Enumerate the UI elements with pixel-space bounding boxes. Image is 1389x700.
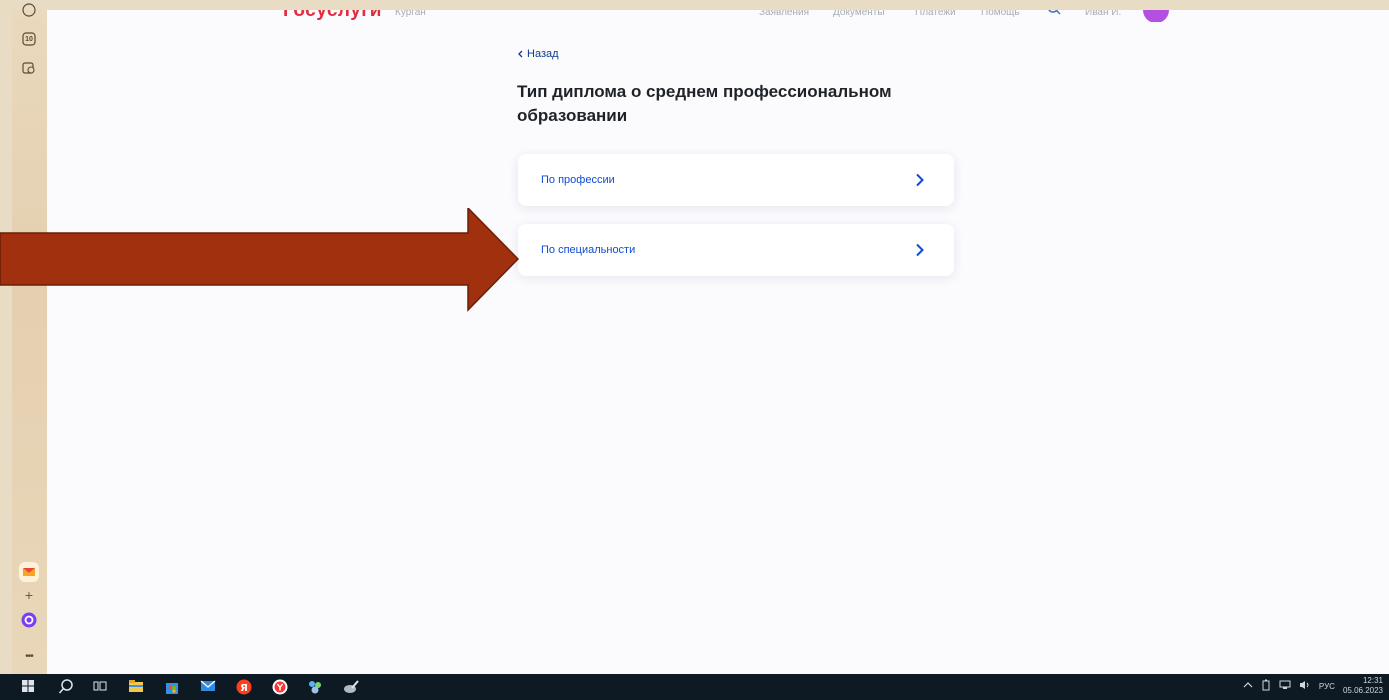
yandex-icon[interactable]: Я bbox=[236, 679, 252, 695]
screenshot-icon[interactable] bbox=[21, 60, 37, 76]
browser-sidebar: 10 + ••• bbox=[12, 3, 47, 674]
add-icon[interactable]: + bbox=[21, 587, 37, 603]
site-header: Госуслуги Курган Заявления Документы Пла… bbox=[47, 10, 1389, 22]
clock[interactable]: 12:31 05.06.2023 bbox=[1343, 676, 1383, 696]
gosuslugi-logo[interactable]: Госуслуги bbox=[283, 10, 382, 22]
back-link[interactable]: Назад bbox=[517, 48, 559, 60]
chevron-right-icon bbox=[911, 241, 929, 259]
nav-link-payments[interactable]: Платежи bbox=[915, 10, 956, 18]
file-explorer-icon[interactable] bbox=[128, 679, 144, 695]
avatar[interactable] bbox=[1143, 10, 1169, 22]
clock-date: 05.06.2023 bbox=[1342, 686, 1383, 695]
task-view-icon[interactable] bbox=[93, 679, 109, 695]
paint-app-icon[interactable] bbox=[307, 679, 323, 695]
chevron-right-icon bbox=[911, 171, 929, 189]
option-by-specialty[interactable]: По специальности bbox=[518, 224, 954, 276]
back-link-label: Назад bbox=[527, 48, 559, 60]
network-icon[interactable] bbox=[1279, 680, 1291, 692]
svg-text:Я: Я bbox=[240, 683, 248, 694]
search-icon[interactable] bbox=[58, 679, 74, 695]
nav-link-help[interactable]: Помощь bbox=[981, 10, 1020, 18]
tabs-count: 10 bbox=[25, 35, 33, 43]
yandex-browser-icon[interactable] bbox=[272, 679, 288, 695]
store-icon[interactable] bbox=[164, 679, 180, 695]
volume-icon[interactable] bbox=[1299, 680, 1311, 692]
chevron-left-icon bbox=[518, 50, 523, 58]
option-by-profession[interactable]: По профессии bbox=[518, 154, 954, 206]
more-icon[interactable]: ••• bbox=[21, 648, 37, 664]
page-content: Госуслуги Курган Заявления Документы Пла… bbox=[47, 10, 1389, 674]
region-link[interactable]: Курган bbox=[395, 10, 426, 18]
chevron-up-icon[interactable] bbox=[1243, 681, 1253, 691]
battery-icon[interactable] bbox=[1261, 679, 1271, 693]
nav-link-applications[interactable]: Заявления bbox=[759, 10, 809, 18]
tabs-counter-icon[interactable]: 10 bbox=[21, 31, 37, 47]
clock-icon[interactable] bbox=[21, 2, 37, 18]
language-indicator[interactable]: РУС bbox=[1319, 682, 1335, 691]
option-label: По профессии bbox=[541, 174, 615, 186]
windows-taskbar: Я РУС 12:31 05.06.2023 bbox=[0, 674, 1389, 700]
page-title: Тип диплома о среднем профессиональном о… bbox=[517, 82, 892, 125]
system-tray: РУС 12:31 05.06.2023 bbox=[1243, 676, 1383, 696]
search-icon[interactable] bbox=[1047, 10, 1061, 21]
nav-link-documents[interactable]: Документы bbox=[833, 10, 885, 18]
annotation-arrow bbox=[0, 208, 520, 312]
brush-app-icon[interactable] bbox=[343, 679, 359, 695]
clock-time: 12:31 bbox=[1362, 676, 1383, 685]
mail-icon[interactable] bbox=[200, 679, 216, 695]
mail-app-icon[interactable] bbox=[19, 562, 39, 582]
option-label: По специальности bbox=[541, 244, 636, 256]
user-name[interactable]: Иван И. bbox=[1085, 10, 1121, 18]
windows-start-icon[interactable] bbox=[22, 679, 38, 695]
alice-icon[interactable] bbox=[21, 612, 37, 628]
